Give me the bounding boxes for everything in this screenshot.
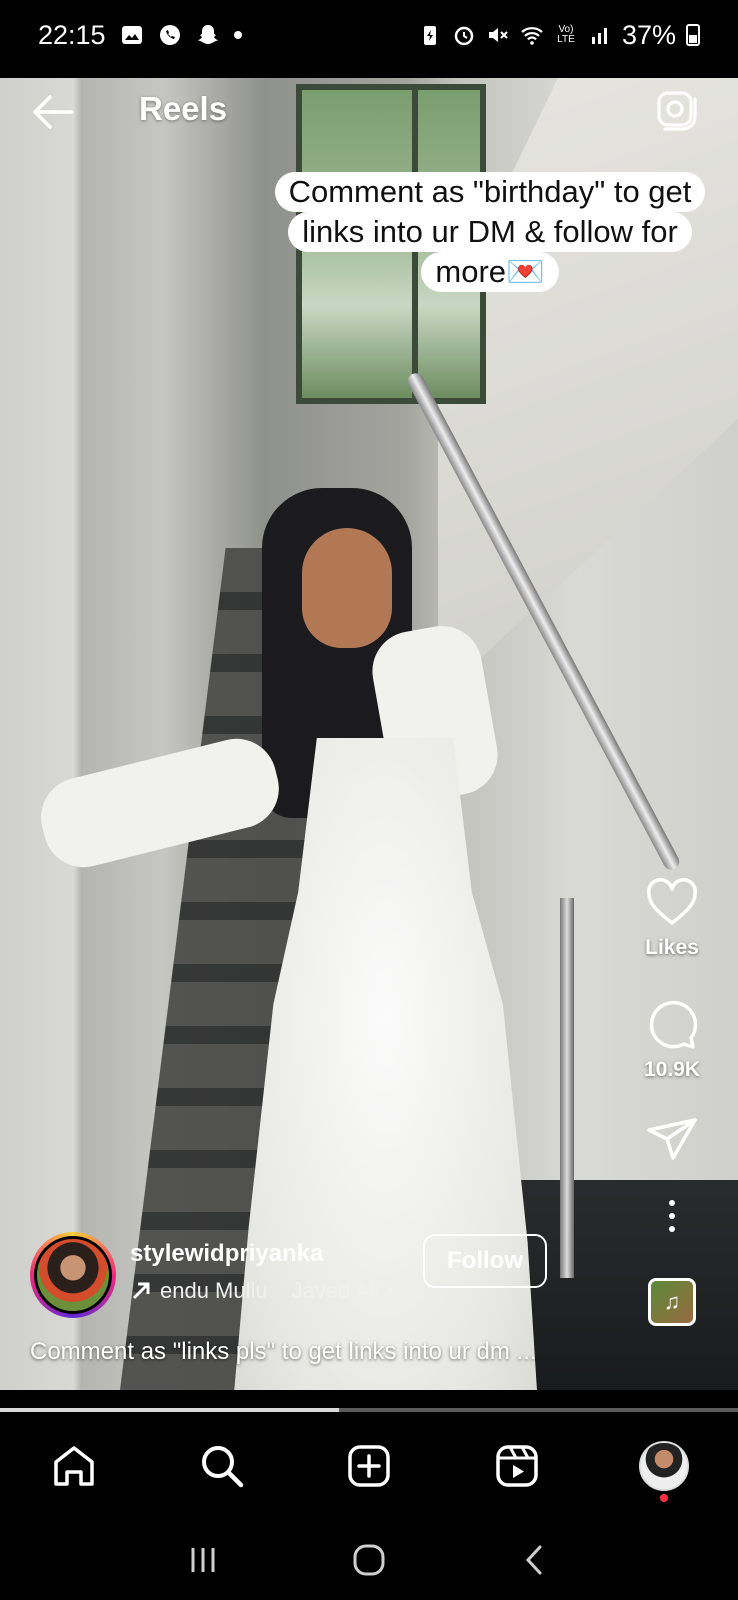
battery-percent: 37% bbox=[621, 19, 676, 50]
camera-icon[interactable] bbox=[654, 88, 700, 134]
alarm-icon bbox=[452, 23, 476, 47]
like-label: Likes bbox=[645, 936, 699, 959]
audio-title: endu Mullu bbox=[160, 1278, 268, 1303]
avatar[interactable] bbox=[30, 1232, 116, 1318]
status-right: Vo) LTE 37% bbox=[418, 20, 700, 51]
username[interactable]: stylewidpriyanka bbox=[130, 1240, 323, 1268]
audio-artist: Javed Ali • bbox=[291, 1278, 394, 1303]
arrow-left-icon[interactable] bbox=[30, 92, 76, 132]
send-icon bbox=[647, 1118, 697, 1160]
share-button[interactable] bbox=[644, 1114, 700, 1170]
recents-icon[interactable] bbox=[183, 1540, 223, 1580]
status-bar: 22:15 Vo) LTE 37% bbox=[0, 0, 738, 70]
android-nav bbox=[0, 1520, 738, 1600]
gallery-icon bbox=[120, 23, 144, 47]
comment-button[interactable]: 10.9K bbox=[644, 998, 700, 1082]
person-face bbox=[302, 528, 392, 648]
battery-icon bbox=[686, 24, 700, 46]
snapchat-icon bbox=[196, 23, 220, 47]
volte-icon: Vo) LTE bbox=[557, 24, 575, 45]
overlay-caption-line: links into ur DM & follow for bbox=[288, 212, 692, 252]
profile-tab[interactable] bbox=[638, 1440, 690, 1502]
background-handrail-post bbox=[560, 898, 574, 1278]
search-icon[interactable] bbox=[196, 1440, 248, 1492]
notification-dot bbox=[233, 31, 242, 39]
signal-icon bbox=[588, 23, 612, 47]
battery-saver-icon bbox=[418, 23, 442, 47]
home-icon[interactable] bbox=[48, 1440, 100, 1492]
reel-description[interactable]: Comment as "links pls" to get links into… bbox=[30, 1338, 537, 1366]
overlay-caption-line: more💌 bbox=[421, 252, 559, 292]
heart-icon bbox=[646, 878, 698, 925]
comment-count: 10.9K bbox=[643, 1058, 701, 1081]
mute-icon bbox=[486, 23, 510, 47]
reels-icon[interactable] bbox=[491, 1440, 543, 1492]
profile-avatar bbox=[639, 1441, 689, 1491]
comment-icon bbox=[649, 1001, 698, 1049]
overlay-caption: Comment as "birthday" to get links into … bbox=[245, 172, 735, 292]
like-button[interactable]: Likes bbox=[644, 876, 700, 960]
audio-info[interactable]: endu Mullu Javed Ali • bbox=[130, 1278, 394, 1304]
whatsapp-icon bbox=[158, 23, 182, 47]
follow-button[interactable]: Follow bbox=[423, 1234, 547, 1288]
page-title: Reels bbox=[139, 90, 228, 127]
bottom-nav bbox=[0, 1412, 738, 1520]
overlay-caption-line: Comment as "birthday" to get bbox=[274, 172, 706, 212]
status-time: 22:15 bbox=[38, 19, 106, 50]
notification-badge bbox=[660, 1494, 668, 1502]
home-circle-icon[interactable] bbox=[349, 1540, 389, 1580]
wifi-icon bbox=[520, 23, 544, 47]
arrow-up-right-icon bbox=[132, 1282, 150, 1300]
author-row: stylewidpriyanka endu Mullu Javed Ali • … bbox=[30, 1232, 730, 1318]
reels-header: Reels bbox=[0, 88, 738, 136]
back-chevron-icon[interactable] bbox=[515, 1540, 555, 1580]
create-icon[interactable] bbox=[343, 1440, 395, 1492]
more-vertical-icon[interactable] bbox=[669, 1200, 675, 1232]
status-left: 22:15 bbox=[38, 20, 242, 51]
